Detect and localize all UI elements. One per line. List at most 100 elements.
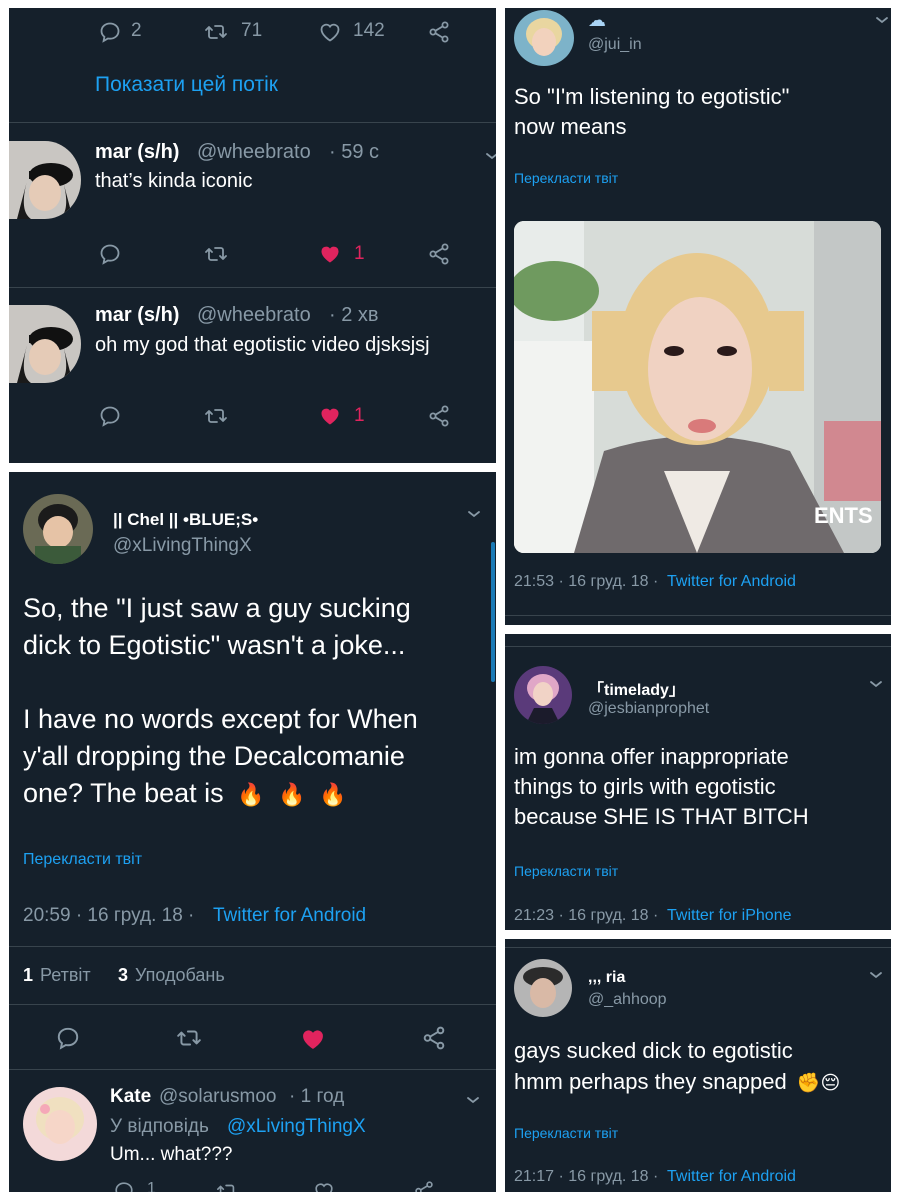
avatar[interactable] (514, 959, 572, 1017)
tweet-source-link[interactable]: Twitter for Android (667, 1168, 796, 1186)
tweet-text-line: im gonna offer inappropriate (514, 744, 789, 769)
translate-tweet-link[interactable]: Перекласти твіт (23, 851, 142, 869)
show-thread-link[interactable]: Показати цей потік (95, 73, 278, 97)
reply-author-name[interactable]: Kate (110, 1086, 151, 1108)
like-icon[interactable] (318, 242, 342, 266)
tweet-text-line: So, the "I just saw a guy sucking (23, 593, 411, 623)
tweet-author-name[interactable]: ,,, ria (588, 969, 625, 987)
tweet-text-line: So "I'm listening to egotistic" (514, 84, 790, 109)
reply-icon[interactable] (98, 20, 122, 44)
fist-emoji: ✊ (796, 1073, 821, 1094)
chevron-down-icon[interactable] (868, 967, 884, 988)
tweet-text-line: I have no words except for When (23, 704, 418, 734)
reply-to-link[interactable]: @xLivingThingX (227, 1116, 366, 1138)
retweet-icon[interactable] (203, 404, 229, 428)
like-icon[interactable] (313, 1180, 335, 1192)
share-icon[interactable] (427, 20, 451, 44)
like-icon[interactable] (318, 20, 342, 44)
chevron-down-icon[interactable] (466, 506, 482, 527)
scrollbar[interactable] (491, 542, 495, 682)
share-icon[interactable] (413, 1180, 435, 1192)
tweet-author-name[interactable]: mar (s/h) (95, 141, 179, 164)
tweet-author-handle[interactable]: @jesbianprophet (588, 700, 709, 718)
like-icon[interactable] (318, 404, 342, 428)
retweet-icon[interactable] (203, 242, 229, 266)
panel-ria-tweet: ,,, ria @_ahhoop gays sucked dick to ego… (505, 939, 891, 1192)
chevron-down-icon[interactable] (874, 12, 890, 33)
retweets-label[interactable]: Ретвіт (40, 965, 91, 986)
chevron-down-icon[interactable] (868, 676, 884, 697)
tweet-date: 21:53 · 16 груд. 18 · (514, 573, 659, 590)
retweet-icon[interactable] (175, 1025, 203, 1051)
tweet-author-handle[interactable]: @xLivingThingX (113, 535, 252, 557)
image-text: ENTS (814, 503, 873, 528)
share-icon[interactable] (427, 242, 451, 266)
reply-text: Um... what??? (110, 1144, 233, 1165)
tweet-source-link[interactable]: Twitter for iPhone (667, 907, 792, 925)
translate-tweet-link[interactable]: Перекласти твіт (514, 170, 618, 186)
tweet-text-line: hmm perhaps they snapped ✊😔 (514, 1069, 841, 1094)
divider (505, 947, 891, 948)
avatar[interactable] (23, 1087, 97, 1161)
translate-tweet-link[interactable]: Перекласти твіт (514, 863, 618, 879)
translate-tweet-link[interactable]: Перекласти твіт (514, 1125, 618, 1141)
tweet-text-line: because SHE IS THAT BITCH (514, 804, 809, 829)
avatar[interactable] (9, 305, 81, 383)
panel-jui-in-tweet: ☁ @jui_in So "I'm listening to egotistic… (505, 8, 891, 625)
tweet-text: that’s kinda iconic (95, 170, 253, 192)
tweet-image[interactable]: ENTS (514, 221, 881, 553)
avatar[interactable] (9, 141, 81, 219)
divider (9, 1004, 496, 1005)
tweet-author-handle[interactable]: @jui_in (588, 36, 642, 54)
cloud-icon: ☁ (588, 10, 606, 30)
tweet-time: · 2 хв (329, 304, 379, 326)
fire-emoji: 🔥 (237, 782, 265, 807)
reply-icon[interactable] (98, 242, 122, 266)
panel-timelady-tweet: 「timelady」 @jesbianprophet im gonna offe… (505, 634, 891, 930)
tweet-author-name[interactable]: || Chel || •BLUE;S• (113, 510, 258, 530)
retweet-icon[interactable] (203, 20, 229, 44)
avatar[interactable] (23, 494, 93, 564)
reply-time: · 1 год (289, 1086, 345, 1107)
likes-label[interactable]: Уподобань (135, 965, 225, 986)
tweet-author-handle[interactable]: @wheebrato (197, 141, 311, 164)
tweet-text-line: one? The beat is 🔥 🔥 🔥 (23, 778, 347, 808)
retweet-icon[interactable] (215, 1180, 239, 1192)
divider (9, 946, 496, 947)
tweet-time: · 59 с (329, 141, 380, 163)
fire-emoji: 🔥 (278, 782, 306, 807)
reply-icon[interactable] (113, 1180, 135, 1192)
avatar[interactable] (514, 10, 574, 66)
tweet-source-link[interactable]: Twitter for Android (667, 573, 796, 591)
like-count: 1 (354, 243, 365, 264)
tweet-text-line (23, 664, 483, 701)
like-icon[interactable] (299, 1025, 327, 1053)
retweets-count[interactable]: 1 (23, 965, 33, 986)
tweet-date: 20:59 · 16 груд. 18 · (23, 905, 195, 926)
tweet-author-name[interactable]: 「timelady」 (588, 676, 685, 700)
tweet-date: 21:17 · 16 груд. 18 · (514, 1168, 659, 1185)
panel-wheebrato-thread: 2 71 142 Показати цей потік mar (s/h) @w… (9, 8, 496, 463)
share-icon[interactable] (427, 404, 451, 428)
tweet-text-line: dick to Egotistic" wasn't a joke... (23, 630, 406, 660)
tweet-author-name[interactable]: mar (s/h) (95, 304, 179, 327)
tweet-author-handle[interactable]: @_ahhoop (588, 991, 667, 1009)
chevron-down-icon[interactable] (465, 1092, 481, 1113)
like-count: 1 (354, 405, 365, 426)
likes-count[interactable]: 3 (118, 965, 128, 986)
tweet-text-line: things to girls with egotistic (514, 774, 776, 799)
tweet-text: So, the "I just saw a guy sucking dick t… (23, 590, 483, 813)
share-icon[interactable] (421, 1025, 447, 1051)
reply-icon[interactable] (55, 1025, 81, 1051)
reply-icon[interactable] (98, 404, 122, 428)
like-count: 142 (353, 20, 385, 41)
avatar[interactable] (514, 666, 572, 724)
tweet-text-line: now means (514, 114, 627, 139)
tweet-author-handle[interactable]: @wheebrato (197, 304, 311, 327)
tweet-text: gays sucked dick to egotistic hmm perhap… (514, 1035, 840, 1099)
reply-count: 2 (131, 20, 142, 41)
reply-author-handle[interactable]: @solarusmoo (159, 1086, 277, 1108)
chevron-down-icon[interactable] (484, 148, 496, 169)
tweet-source-link[interactable]: Twitter for Android (213, 905, 366, 927)
tweet-text: oh my god that egotistic video djsksjsj (95, 334, 430, 356)
